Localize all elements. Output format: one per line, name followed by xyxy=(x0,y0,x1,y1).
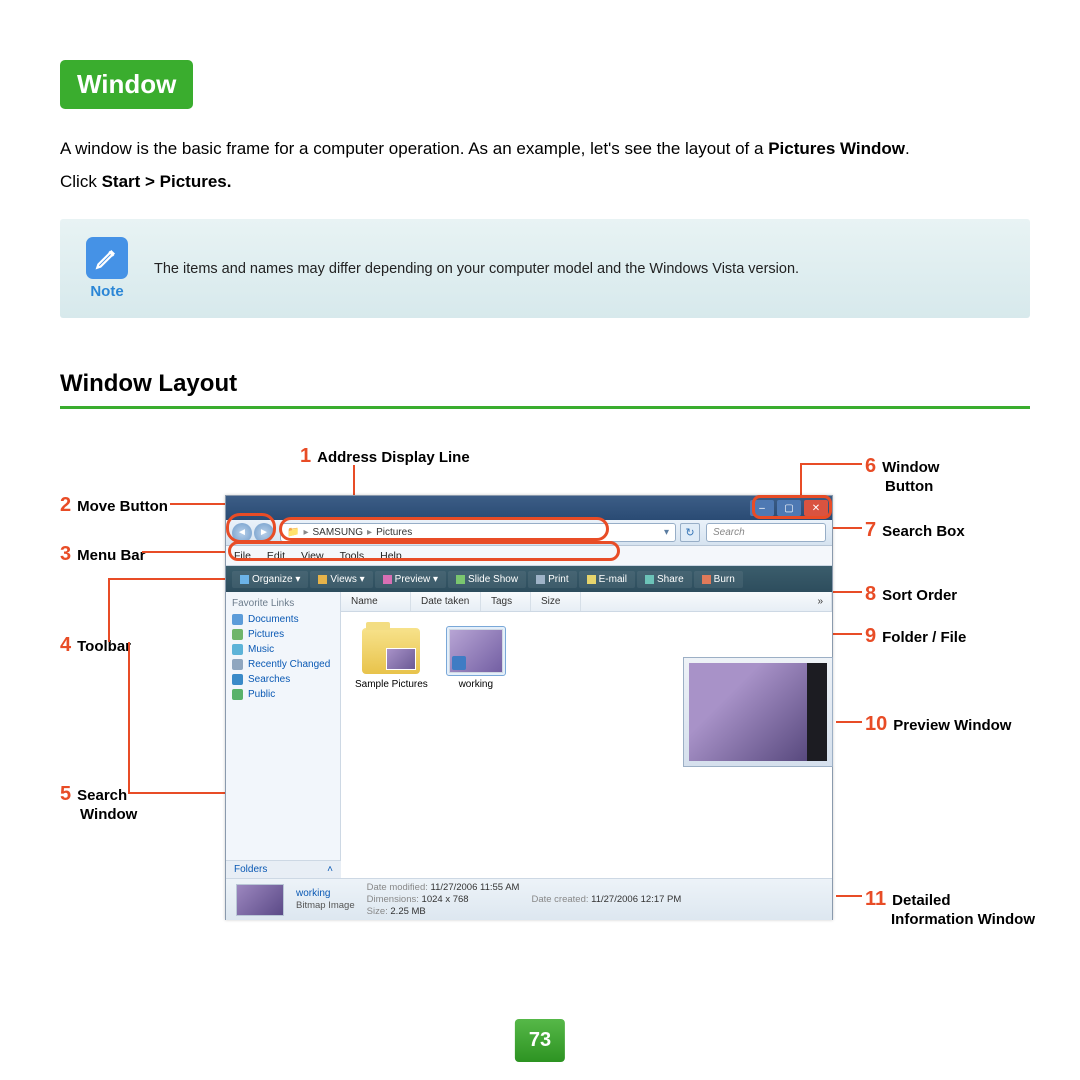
address-bar[interactable]: 📁 ▸ SAMSUNG ▸ Pictures ▾ xyxy=(280,523,676,542)
link-music[interactable]: Music xyxy=(232,642,334,657)
minimize-button[interactable]: – xyxy=(750,500,774,516)
callout-7: 7Search Box xyxy=(865,519,965,542)
intro-bold: Pictures Window xyxy=(768,139,905,158)
file-sample-pictures[interactable]: Sample Pictures xyxy=(355,626,428,690)
tb-email[interactable]: E-mail xyxy=(579,571,635,588)
link-documents[interactable]: Documents xyxy=(232,612,334,627)
nav-buttons: ◄ ► xyxy=(226,523,280,543)
leader-line xyxy=(108,578,232,580)
details-type: Bitmap Image xyxy=(296,900,355,911)
leader-line xyxy=(108,578,110,642)
callout-11: 11DetailedInformation Window xyxy=(865,888,1035,928)
col-tags[interactable]: Tags xyxy=(481,592,531,611)
tb-slideshow[interactable]: Slide Show xyxy=(448,571,526,588)
details-pane: working Bitmap Image Date modified: 11/2… xyxy=(226,878,832,920)
leader-line xyxy=(142,551,232,553)
link-public[interactable]: Public xyxy=(232,687,334,702)
maximize-button[interactable]: ▢ xyxy=(777,500,801,516)
command-toolbar: Organize ▾ Views ▾ Preview ▾ Slide Show … xyxy=(226,566,832,592)
details-thumbnail xyxy=(236,884,284,916)
folder-icon xyxy=(362,628,420,674)
titlebar: – ▢ ✕ xyxy=(226,496,832,520)
col-name[interactable]: Name xyxy=(341,592,411,611)
diagram-area: 1Address Display Line 2Move Button 3Menu… xyxy=(60,435,1030,975)
image-icon xyxy=(449,629,503,673)
chevron-up-icon: ˄ xyxy=(327,864,333,875)
callout-3: 3Menu Bar xyxy=(60,543,145,566)
callout-5: 5SearchWindow xyxy=(60,783,137,823)
note-text: The items and names may differ depending… xyxy=(154,261,799,277)
col-more[interactable]: » xyxy=(809,592,832,611)
intro-path: Start > Pictures. xyxy=(102,172,232,191)
leader-line xyxy=(836,721,862,723)
intro-click: Click xyxy=(60,172,102,191)
page-number: 73 xyxy=(515,1019,565,1062)
callout-9: 9Folder / File xyxy=(865,625,966,648)
tb-burn[interactable]: Burn xyxy=(694,571,743,588)
tb-share[interactable]: Share xyxy=(637,571,692,588)
pencil-icon xyxy=(86,237,128,279)
folders-toggle[interactable]: Folders˄ xyxy=(226,860,341,878)
note-box: Note The items and names may differ depe… xyxy=(60,219,1030,318)
note-icon-col: Note xyxy=(86,237,128,300)
note-label: Note xyxy=(86,283,128,300)
menu-edit[interactable]: Edit xyxy=(259,550,293,562)
file-label: Sample Pictures xyxy=(355,679,428,690)
link-searches[interactable]: Searches xyxy=(232,672,334,687)
callout-10: 10Preview Window xyxy=(865,713,1011,736)
favorites-sidebar: Favorite Links Documents Pictures Music … xyxy=(226,592,341,878)
link-recent[interactable]: Recently Changed xyxy=(232,657,334,672)
callout-2: 2Move Button xyxy=(60,494,168,517)
intro-line-2: Click Start > Pictures. xyxy=(60,168,1030,195)
leader-line xyxy=(836,895,862,897)
callout-6: 6WindowButton xyxy=(865,455,939,495)
callout-4: 4Toolbar xyxy=(60,634,131,657)
sidebar-heading: Favorite Links xyxy=(232,598,334,609)
tb-preview[interactable]: Preview ▾ xyxy=(375,571,446,588)
menu-tools[interactable]: Tools xyxy=(332,550,373,562)
section-title: Window Layout xyxy=(60,370,1030,409)
intro-text: A window is the basic frame for a comput… xyxy=(60,139,768,158)
intro-line-1: A window is the basic frame for a comput… xyxy=(60,135,1030,162)
tb-organize[interactable]: Organize ▾ xyxy=(232,571,308,588)
column-headers[interactable]: Name Date taken Tags Size » xyxy=(341,592,832,612)
callout-8: 8Sort Order xyxy=(865,583,957,606)
intro-text-end: . xyxy=(905,139,910,158)
tb-print[interactable]: Print xyxy=(528,571,577,588)
callout-1: 1Address Display Line xyxy=(300,445,470,468)
leader-line xyxy=(128,792,228,794)
leader-line xyxy=(800,463,862,465)
file-working[interactable]: working xyxy=(446,626,506,690)
file-label: working xyxy=(459,679,493,690)
menu-view[interactable]: View xyxy=(293,550,332,562)
col-size[interactable]: Size xyxy=(531,592,581,611)
menu-bar: File Edit View Tools Help xyxy=(226,546,832,566)
back-button[interactable]: ◄ xyxy=(232,523,252,543)
preview-window xyxy=(683,657,833,767)
search-input[interactable]: Search xyxy=(706,523,826,542)
link-pictures[interactable]: Pictures xyxy=(232,627,334,642)
tb-views[interactable]: Views ▾ xyxy=(310,571,372,588)
leader-line xyxy=(128,642,130,792)
section-badge: Window xyxy=(60,60,193,109)
forward-button[interactable]: ► xyxy=(254,523,274,543)
menu-file[interactable]: File xyxy=(226,550,259,562)
nav-row: ◄ ► 📁 ▸ SAMSUNG ▸ Pictures ▾ ↻ Search xyxy=(226,520,832,546)
col-date[interactable]: Date taken xyxy=(411,592,481,611)
menu-help[interactable]: Help xyxy=(372,550,410,562)
close-button[interactable]: ✕ xyxy=(804,500,828,516)
refresh-button[interactable]: ↻ xyxy=(680,523,700,542)
details-name: working xyxy=(296,888,355,899)
